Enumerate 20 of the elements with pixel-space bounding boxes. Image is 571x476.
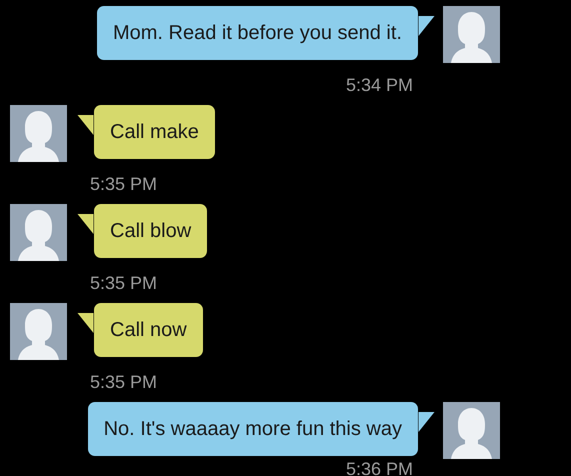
message-time: 5:35 PM (90, 373, 158, 392)
avatar-icon (443, 402, 500, 459)
avatar-icon (10, 105, 67, 162)
bubble-tail (77, 313, 94, 333)
message-bubble: Call now (94, 303, 203, 357)
message-time: 5:35 PM (90, 175, 158, 194)
bubble-tail (418, 412, 435, 432)
avatar-icon (10, 204, 67, 261)
message-time: 5:36 PM (346, 460, 413, 476)
message-time: 5:35 PM (90, 274, 158, 293)
message-time: 5:34 PM (346, 76, 413, 95)
message-bubble: Call blow (94, 204, 208, 258)
message-bubble: No. It's waaaay more fun this way (88, 402, 418, 456)
bubble-tail (77, 115, 94, 135)
avatar-icon (443, 6, 500, 63)
message-bubble: Mom. Read it before you send it. (96, 6, 418, 60)
avatar-icon (10, 303, 67, 360)
message-bubble: Call make (94, 105, 215, 159)
bubble-tail (77, 214, 94, 234)
bubble-tail (418, 16, 435, 36)
